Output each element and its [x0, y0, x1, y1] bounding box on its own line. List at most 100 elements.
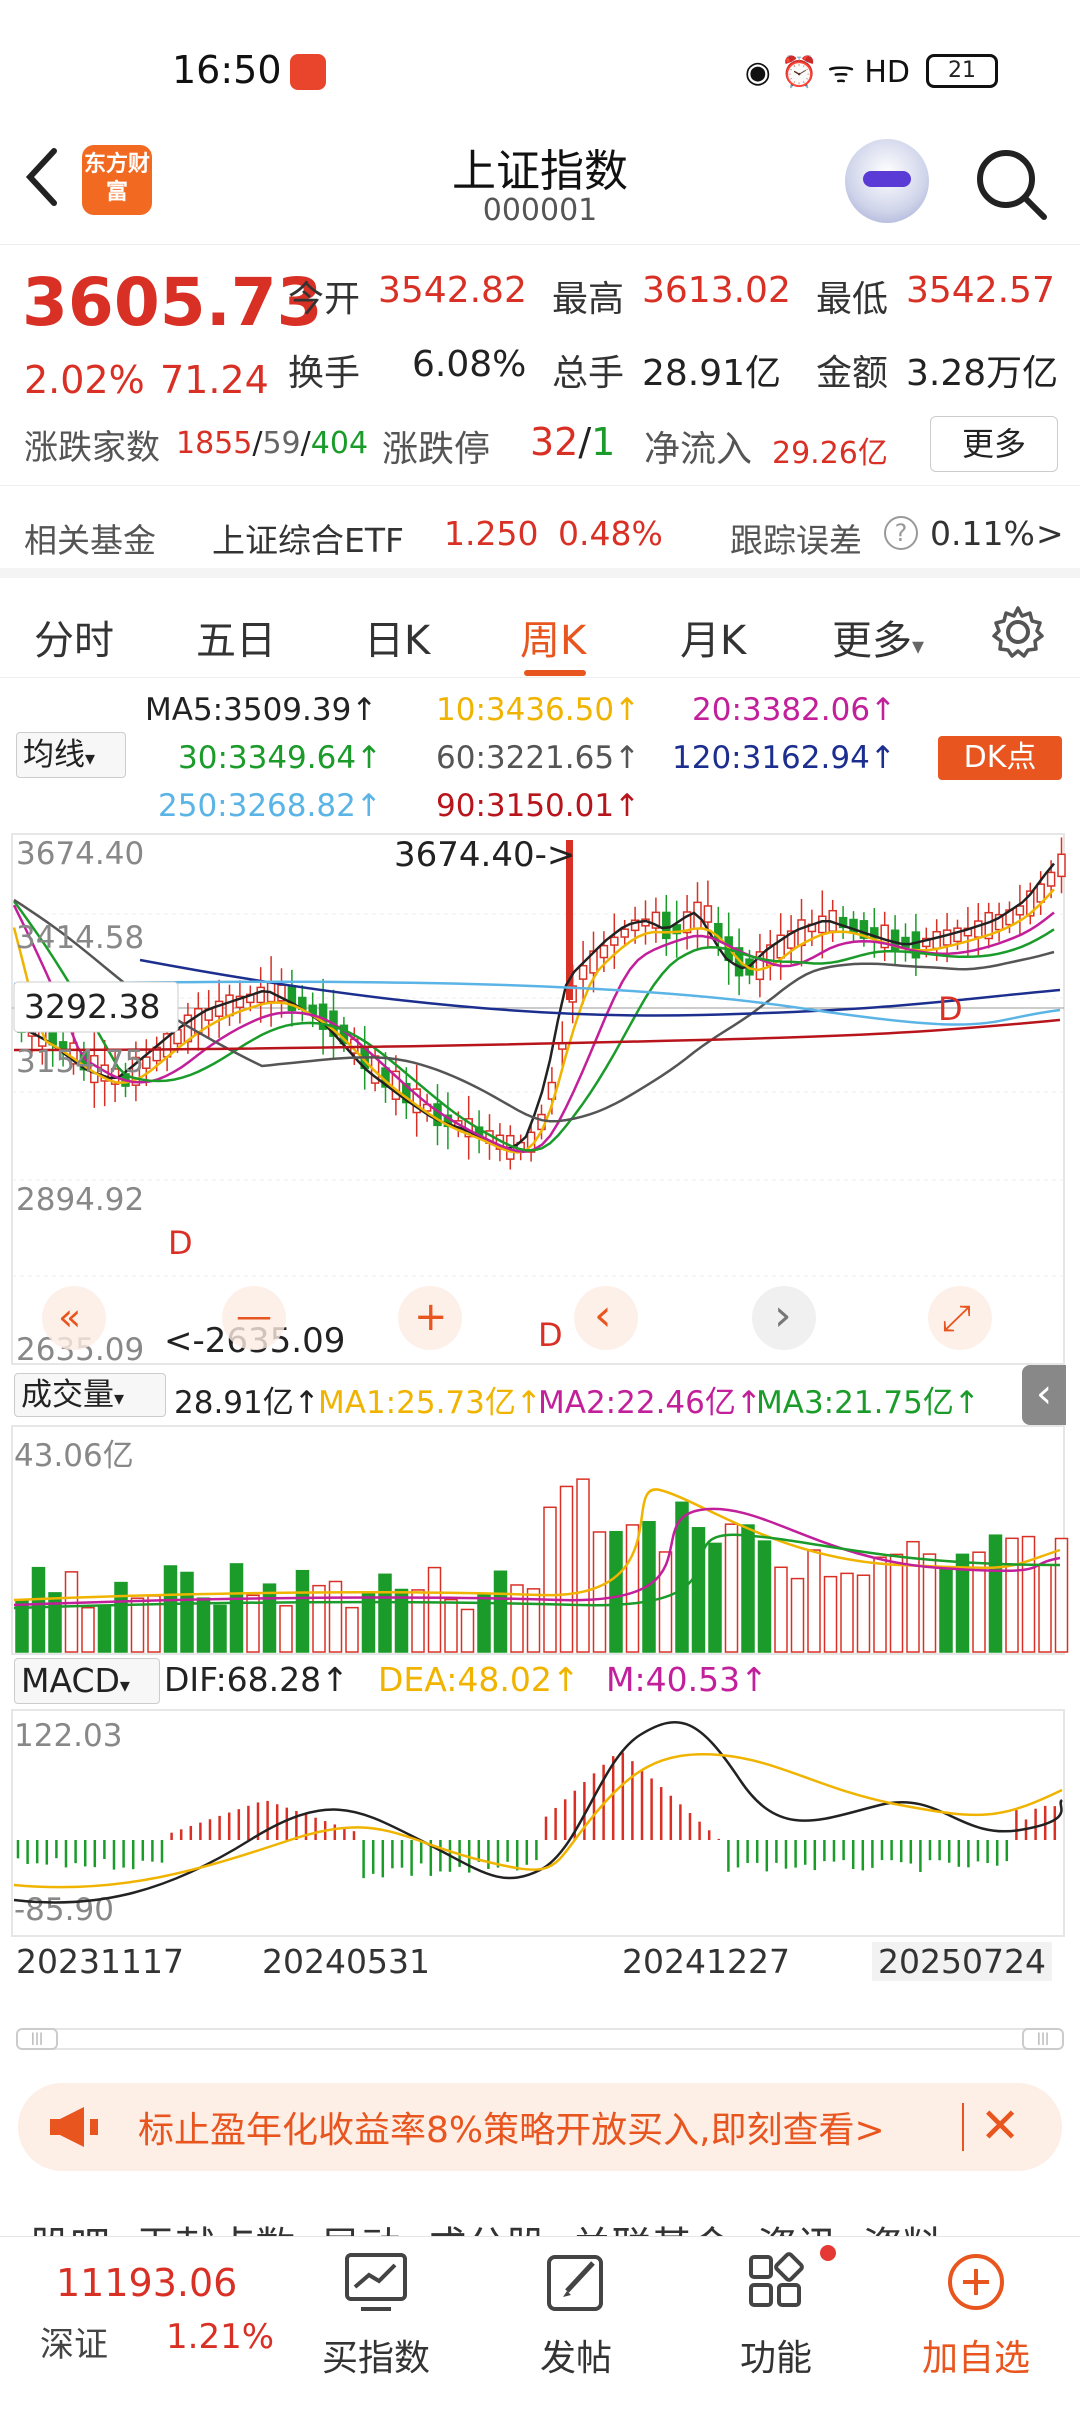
- candle-body: [620, 928, 629, 938]
- volume-bar: [543, 1506, 557, 1653]
- volume-bar: [889, 1553, 904, 1653]
- volume-bar: [856, 1574, 871, 1653]
- buy-index-button[interactable]: 买指数: [276, 2237, 476, 2412]
- volume-bar: [774, 1566, 788, 1653]
- dk-point-button[interactable]: DK点: [938, 736, 1062, 780]
- notification-app-icon: [290, 54, 326, 90]
- max-price-marker: 3674.40->: [394, 835, 575, 875]
- volume-bar: [922, 1553, 937, 1653]
- help-icon[interactable]: ?: [884, 516, 918, 550]
- post-button[interactable]: 发帖: [476, 2237, 676, 2412]
- close-icon[interactable]: ✕: [980, 2097, 1020, 2155]
- volume-bar: [609, 1530, 623, 1653]
- fund-price: 1.250: [444, 514, 539, 553]
- volume-bar: [213, 1604, 227, 1653]
- amount-label: 金额: [816, 353, 889, 394]
- tracking-value: 0.11%: [930, 514, 1035, 553]
- ticker-name: 深证: [40, 2325, 108, 2365]
- banner-divider: [962, 2103, 964, 2151]
- volume-bar: [378, 1573, 392, 1653]
- high-value: 3613.02: [642, 270, 791, 311]
- volume-bar: [262, 1583, 277, 1653]
- macd-lines: [13, 1720, 1064, 1904]
- change-value: 71.24: [160, 358, 269, 402]
- macd-dea-line: [13, 1753, 1063, 1889]
- range-handle-right[interactable]: |||: [1022, 2028, 1064, 2050]
- index-ticker[interactable]: 11193.06 深证 1.21%: [0, 2237, 300, 2412]
- volume-bar: [1054, 1537, 1069, 1653]
- header: 东方财富 上证指数 000001: [0, 135, 1080, 245]
- fund-label: 相关基金: [24, 521, 156, 560]
- next-icon: ›: [774, 1290, 792, 1341]
- amount-value: 3.28万亿: [906, 353, 1059, 394]
- info-subtabs[interactable]: 股吧 贡献点数 异动 成分股 关联基金 资讯 资料: [0, 2208, 1080, 2236]
- function-button[interactable]: 功能: [676, 2237, 876, 2412]
- volume-axis-top: 43.06亿: [14, 1438, 134, 1474]
- ma250-value: 250:3268.82↑: [158, 788, 382, 824]
- macd-header: MACD▾ DIF:68.28↑ DEA:48.02↑ M:40.53↑: [0, 1650, 1080, 1710]
- macd-selector-label: MACD: [21, 1661, 120, 1700]
- ma-selector[interactable]: 均线▾: [16, 732, 126, 778]
- tab-five-day[interactable]: 五日: [196, 608, 276, 666]
- open-value: 3542.82: [378, 270, 527, 311]
- volume-ma1: MA1:25.73亿↑: [318, 1377, 542, 1422]
- up-arrow-icon: ↑: [293, 1385, 320, 1421]
- function-label: 功能: [739, 2338, 812, 2379]
- ma-selector-label: 均线: [23, 737, 85, 773]
- volume-bar: [180, 1571, 194, 1653]
- up-arrow-icon: ↑: [614, 740, 641, 776]
- macd-histogram: [16, 1752, 1057, 1879]
- tab-more[interactable]: 更多▾: [832, 608, 924, 666]
- volume-label: 总手: [552, 353, 625, 394]
- low-value: 3542.57: [906, 270, 1055, 311]
- add-watchlist-button[interactable]: 加自选: [876, 2237, 1076, 2412]
- volume-ma3: MA3:21.75亿↑: [756, 1377, 980, 1422]
- volume-bar: [691, 1527, 706, 1653]
- chart-range-scrollbar[interactable]: ||| |||: [16, 2028, 1064, 2050]
- notification-dot: [820, 2245, 836, 2261]
- settings-button[interactable]: [990, 604, 1046, 660]
- range-handle-left[interactable]: |||: [16, 2028, 58, 2050]
- volume-bar: [394, 1588, 409, 1653]
- tab-daily-k[interactable]: 日K: [364, 608, 430, 666]
- related-fund-row[interactable]: 相关基金 上证综合ETF 1.250 0.48% 跟踪误差 ? 0.11% >: [0, 486, 1080, 578]
- search-button[interactable]: [972, 145, 1052, 225]
- volume-bar: [493, 1570, 508, 1653]
- chart-trend-icon: [345, 2253, 407, 2311]
- candle-body: [932, 930, 941, 950]
- more-button[interactable]: 更多: [930, 416, 1058, 472]
- volume-selector[interactable]: 成交量▾: [14, 1373, 166, 1417]
- chevron-right-icon: >: [1036, 514, 1064, 553]
- breadth-down: 404: [310, 426, 369, 461]
- volume-selector-label: 成交量: [21, 1377, 114, 1413]
- volume-ma1-text: MA1:25.73亿: [318, 1385, 516, 1421]
- limit-sep: /: [578, 420, 592, 464]
- volume-bar: [295, 1569, 310, 1653]
- volume-bar: [444, 1598, 458, 1653]
- chart-period-tabs: 分时 五日 日K 周K 月K 更多▾: [0, 590, 1080, 678]
- grid-icon: [749, 2252, 804, 2307]
- macd-selector[interactable]: MACD▾: [14, 1658, 160, 1704]
- ai-assistant-icon[interactable]: [845, 139, 929, 223]
- ma10-value: 10:3436.50↑: [436, 692, 640, 728]
- volume-bar: [724, 1523, 739, 1653]
- up-arrow-icon: ↑: [614, 692, 641, 728]
- volume-bar: [81, 1606, 95, 1653]
- volume-bar: [427, 1566, 442, 1653]
- post-label: 发帖: [539, 2338, 612, 2379]
- volume-bar: [345, 1606, 359, 1653]
- up-arrow-icon: ↑: [356, 740, 383, 776]
- tab-monthly-k[interactable]: 月K: [680, 608, 746, 666]
- date-label: 20231117: [16, 1942, 184, 1981]
- tab-weekly-k[interactable]: 周K: [520, 608, 586, 666]
- volume-bar: [48, 1592, 62, 1653]
- date-label: 20241227: [622, 1942, 790, 1981]
- volume-bar: [939, 1565, 953, 1653]
- megaphone-icon: [50, 2107, 98, 2147]
- tab-intraday[interactable]: 分时: [34, 608, 114, 666]
- ma60-text: 60:3221.65: [436, 740, 615, 776]
- promo-banner[interactable]: 标止盈年化收益率8%策略开放买入,即刻查看> ✕: [18, 2083, 1062, 2171]
- status-bar: 16:50 ◉ ⏰ ᯤ HD 21: [0, 0, 1080, 135]
- collapse-panel-button[interactable]: ‹: [1022, 1365, 1066, 1425]
- candle-body: [953, 927, 962, 943]
